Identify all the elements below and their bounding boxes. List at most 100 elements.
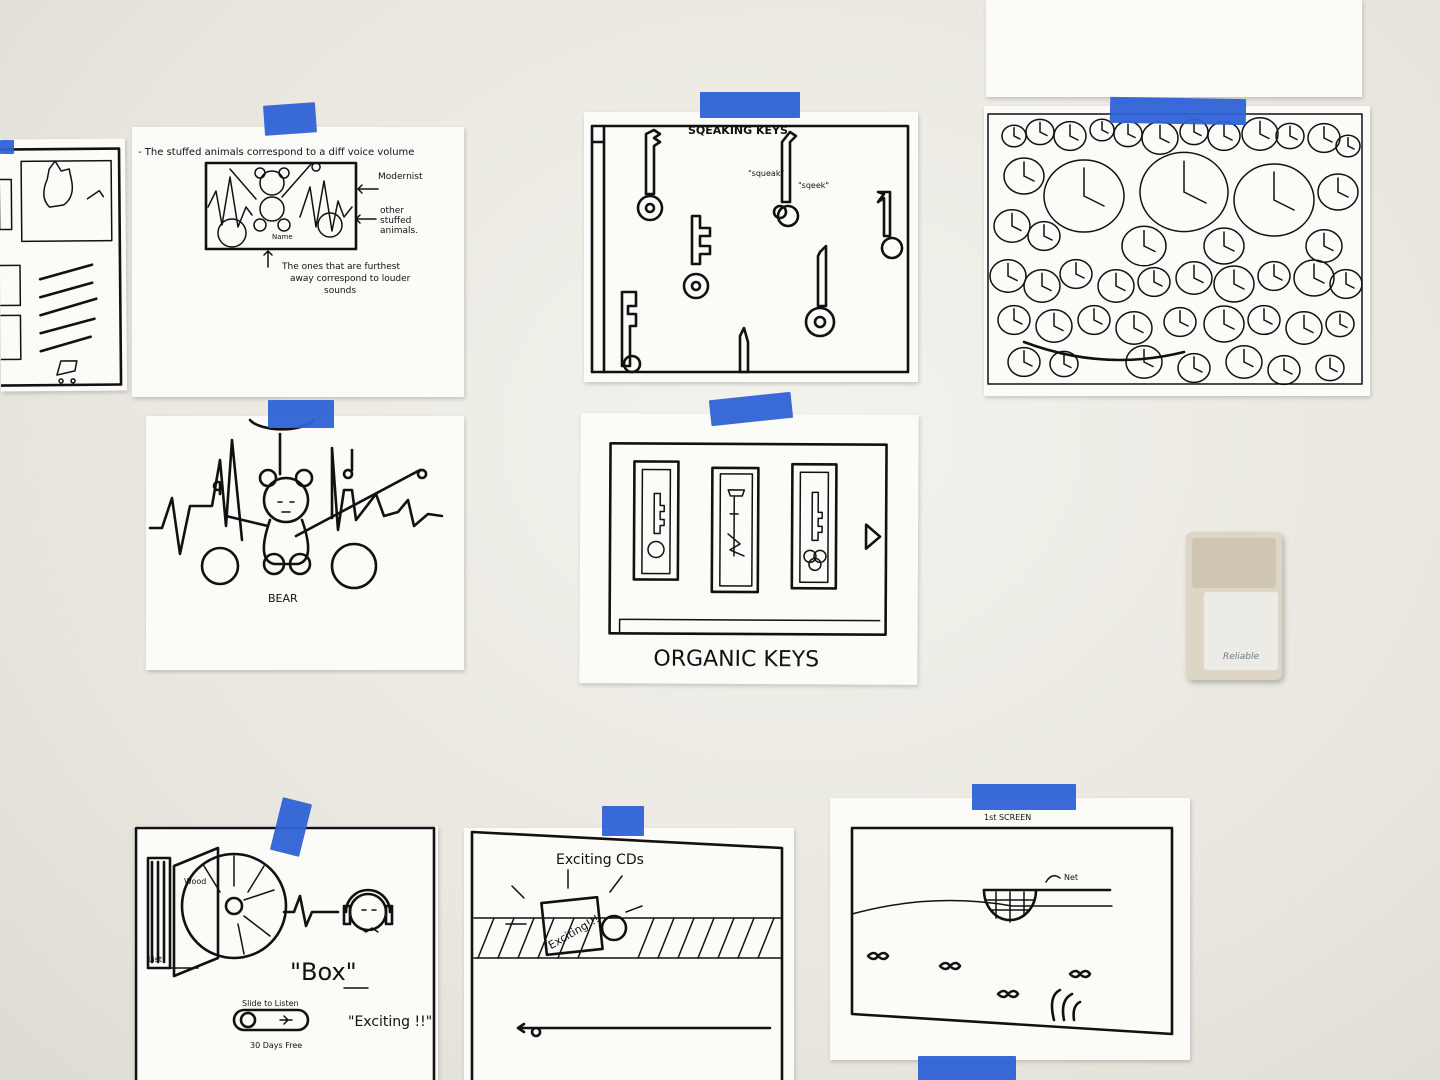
- clock-icon: [1175, 261, 1213, 295]
- blue-tape: [602, 806, 644, 836]
- key-icon: [772, 130, 800, 228]
- blue-tape: [263, 102, 317, 136]
- first-screen-drawing: 1st SCREEN Net: [850, 813, 1174, 1036]
- fish-icon: [996, 989, 1020, 999]
- clock-icon: [1317, 173, 1359, 211]
- clock-icon: [1225, 345, 1263, 379]
- label-other-1: other: [380, 206, 404, 216]
- clock-icon: [1275, 122, 1305, 150]
- clock-icon: [1053, 120, 1087, 152]
- clock-icon: [1267, 354, 1301, 386]
- clock-icon: [1139, 151, 1229, 233]
- blue-tape: [700, 92, 800, 118]
- clock-icon: [1121, 225, 1167, 267]
- key-icon: [636, 128, 664, 222]
- clock-icon: [1241, 117, 1279, 151]
- wall-thermostat[interactable]: Reliable: [1186, 532, 1282, 680]
- clock-icon: [1035, 309, 1073, 343]
- title: 1st SCREEN: [984, 813, 1031, 822]
- title: SQEAKING KEYS: [688, 124, 788, 137]
- clock-icon: [1325, 310, 1355, 338]
- partial-sketch-drawing: [0, 147, 123, 387]
- squeaking-keys-drawing: SQEAKING KEYS "squeak" "sqeek": [590, 124, 910, 374]
- key-icon: [647, 492, 665, 559]
- clock-icon: [1305, 229, 1343, 263]
- clock-icon: [1257, 260, 1291, 292]
- stuffed-animals-drawing: - The stuffed animals correspond to a di…: [138, 147, 423, 296]
- note-top: - The stuffed animals correspond to a di…: [138, 147, 414, 158]
- clock-icon: [1097, 269, 1135, 303]
- blue-tape: [0, 140, 14, 154]
- key-icon: [803, 491, 827, 572]
- fish-icon: [938, 961, 962, 971]
- net-label: Net: [1064, 873, 1078, 882]
- clock-icon: [1207, 120, 1241, 152]
- clock-icon: [1293, 259, 1335, 297]
- blue-tape: [1109, 96, 1247, 126]
- sketch-organic-keys: ORGANIC KEYS: [579, 413, 919, 685]
- title: Exciting CDs: [556, 852, 644, 868]
- squeak-2: "sqeek": [798, 181, 829, 190]
- sketch-squeaking-keys: SQEAKING KEYS "squeak" "sqeek": [584, 112, 918, 382]
- label-modernist: Modernist: [378, 172, 423, 182]
- clock-icon: [1043, 159, 1125, 233]
- small-label: List: [148, 955, 162, 964]
- clock-icon: [1025, 118, 1055, 146]
- clock-icon: [1115, 311, 1153, 345]
- clock-icon: [1001, 124, 1027, 148]
- clock-icon: [1203, 305, 1245, 343]
- sketch-exciting-cds: Exciting CDs Exciting!!!: [464, 828, 794, 1080]
- clock-icon: [1023, 269, 1061, 303]
- clock-icon: [1329, 268, 1363, 300]
- fish-icon: [866, 951, 890, 961]
- clock-icon: [1125, 345, 1163, 379]
- blue-tape: [268, 400, 334, 428]
- sketch-first-screen: 1st SCREEN Net: [830, 798, 1190, 1060]
- key-icon: [876, 190, 904, 260]
- label-name: Name: [272, 233, 293, 241]
- exciting-cds-drawing: Exciting CDs Exciting!!!: [470, 830, 784, 1080]
- clock-icon: [1003, 157, 1045, 195]
- clock-icon: [1177, 352, 1211, 384]
- clock-icon: [1285, 311, 1323, 345]
- box-quote: "Box": [290, 958, 357, 986]
- blank-paper-top-right: [986, 0, 1362, 97]
- melting-clock-shape: [1022, 340, 1186, 362]
- sketch-bear: BEAR: [146, 416, 464, 670]
- play-triangle-icon: [864, 523, 882, 550]
- blue-tape: [918, 1056, 1016, 1080]
- key-icon: [620, 290, 642, 374]
- clock-icon: [1077, 304, 1111, 336]
- key-icon: [727, 489, 746, 557]
- caption: ORGANIC KEYS: [653, 647, 819, 673]
- clock-icon: [1113, 120, 1143, 148]
- blue-tape: [972, 784, 1076, 810]
- bear-drawing: BEAR: [148, 418, 444, 605]
- seaweed-icon: [1050, 988, 1082, 1022]
- clock-icon: [1027, 220, 1061, 252]
- thermostat-brand: Reliable: [1222, 652, 1260, 662]
- clock-icon: [1007, 346, 1041, 378]
- label-other-3: animals.: [380, 226, 418, 236]
- box-music-drawing: Wood List "Box" Slide to Listen "Excitin…: [134, 826, 436, 1080]
- clock-icon: [1247, 304, 1281, 336]
- sketch-partial-left: [0, 138, 128, 392]
- clock-icon: [1315, 354, 1345, 382]
- clock-icon: [993, 209, 1031, 243]
- sketch-stuffed-animals: - The stuffed animals correspond to a di…: [132, 127, 464, 397]
- note-bottom-3: sounds: [324, 286, 356, 296]
- slide-label: Slide to Listen: [242, 999, 299, 1008]
- clock-icon: [1059, 258, 1093, 290]
- clock-icon: [1307, 122, 1341, 154]
- organic-keys-drawing: ORGANIC KEYS: [608, 441, 888, 673]
- clock-icon: [1163, 306, 1197, 338]
- trial-label: 30 Days Free: [250, 1041, 302, 1050]
- sketch-box-music: Wood List "Box" Slide to Listen "Excitin…: [134, 826, 438, 1080]
- sketch-melting-clocks: [984, 106, 1370, 396]
- squeak-1: "squeak": [748, 169, 784, 178]
- clock-icon: [1213, 265, 1255, 303]
- fish-icon: [1068, 969, 1092, 979]
- clock-icon: [1233, 163, 1315, 237]
- note-bottom-2: away correspond to louder: [290, 274, 411, 284]
- clock-icon: [997, 304, 1031, 336]
